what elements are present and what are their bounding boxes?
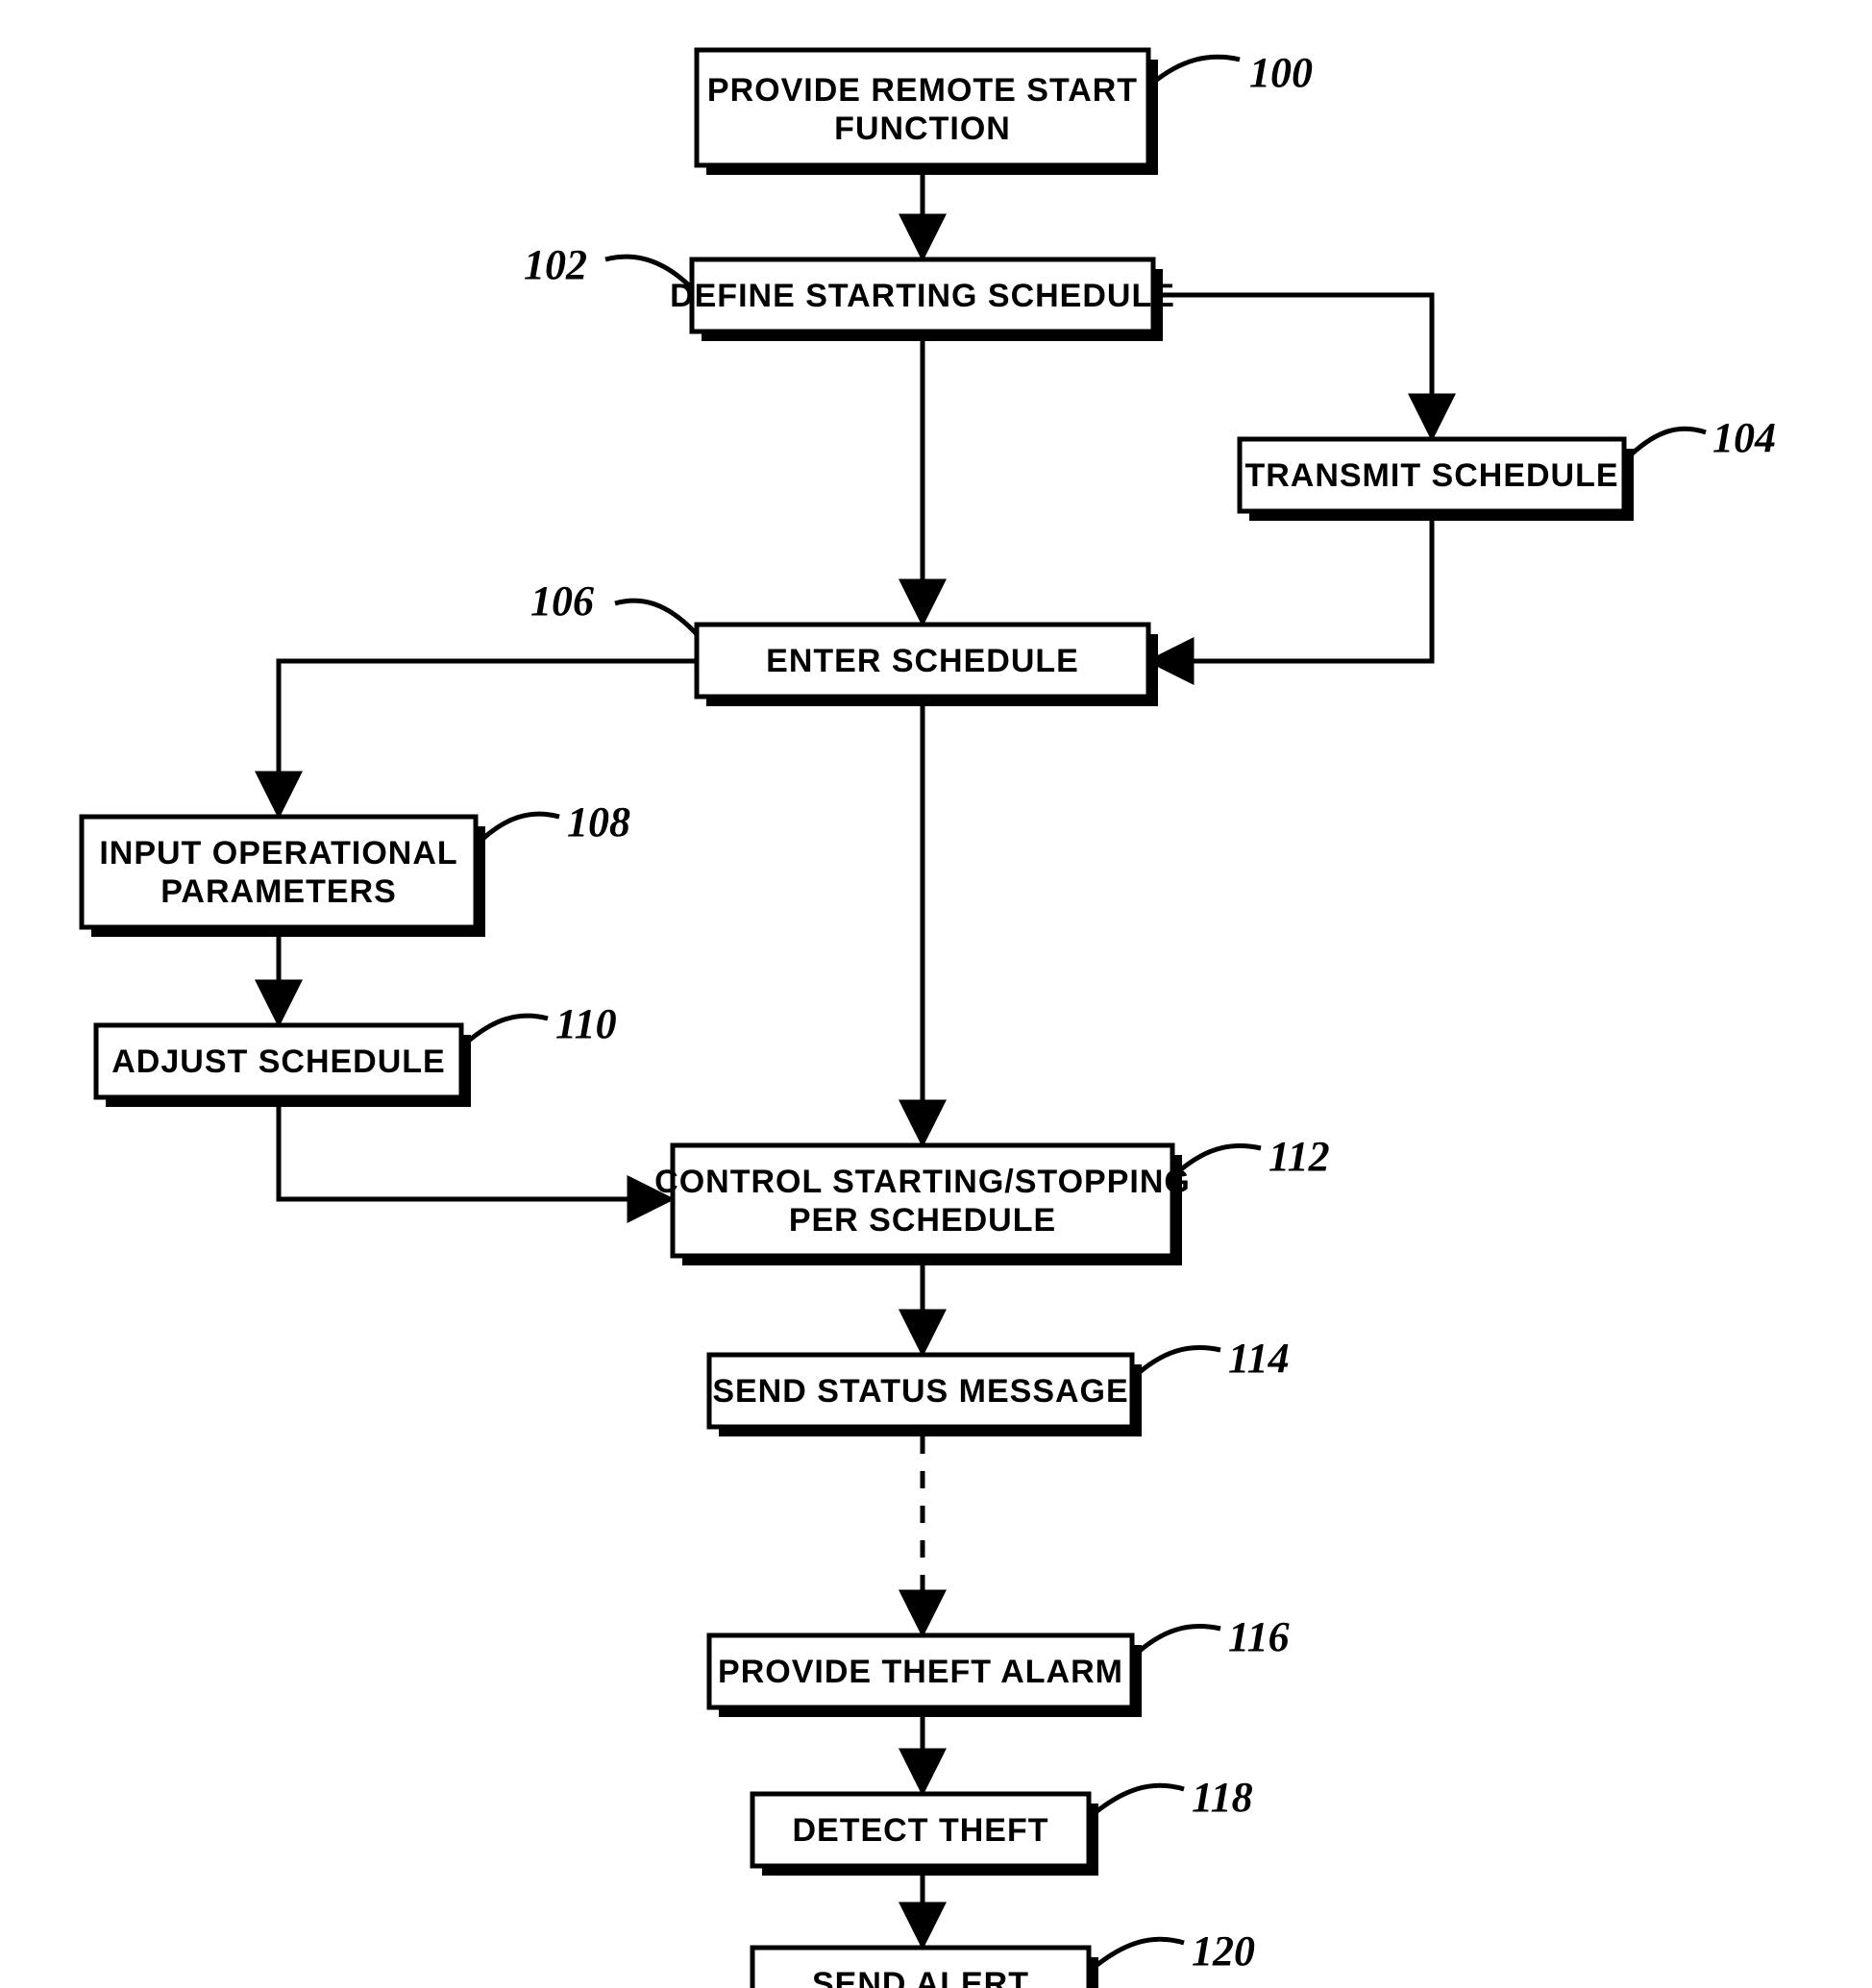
box-104-line1: TRANSMIT SCHEDULE <box>1244 457 1618 494</box>
box-118-line1: DETECT THEFT <box>793 1812 1049 1849</box>
leader-108 <box>476 814 559 846</box>
ref-108: 108 <box>567 798 630 846</box>
box-108-line1: INPUT OPERATIONAL <box>99 835 457 871</box>
ref-116: 116 <box>1228 1613 1290 1660</box>
arrow-102-104 <box>1153 295 1432 434</box>
box-provide-theft-alarm: PROVIDE THEFT ALARM <box>709 1635 1142 1717</box>
box-116-line1: PROVIDE THEFT ALARM <box>718 1654 1123 1690</box>
leader-114 <box>1132 1348 1220 1379</box>
box-adjust-schedule: ADJUST SCHEDULE <box>96 1025 471 1107</box>
arrow-106-108 <box>279 661 697 812</box>
ref-104: 104 <box>1712 414 1776 461</box>
ref-114: 114 <box>1228 1335 1290 1382</box>
leader-106 <box>615 601 697 634</box>
box-input-operational-parameters: INPUT OPERATIONAL PARAMETERS <box>82 817 485 937</box>
leader-118 <box>1089 1785 1184 1818</box>
box-transmit-schedule: TRANSMIT SCHEDULE <box>1240 439 1634 521</box>
leader-110 <box>461 1016 548 1047</box>
ref-102: 102 <box>524 241 587 288</box>
ref-112: 112 <box>1269 1133 1330 1180</box>
box-110-line1: ADJUST SCHEDULE <box>111 1043 445 1080</box>
box-108-line2: PARAMETERS <box>160 873 397 910</box>
box-detect-theft: DETECT THEFT <box>752 1794 1098 1876</box>
box-120-line1: SEND ALERT <box>812 1966 1029 1988</box>
box-114-line1: SEND STATUS MESSAGE <box>712 1373 1128 1410</box>
box-100-line2: FUNCTION <box>834 110 1011 147</box>
leader-104 <box>1624 429 1706 461</box>
box-100-line1: PROVIDE REMOTE START <box>707 72 1138 109</box>
leader-100 <box>1148 57 1240 86</box>
box-provide-remote-start: PROVIDE REMOTE START FUNCTION <box>697 50 1158 175</box>
ref-106: 106 <box>530 577 594 625</box>
box-112-line2: PER SCHEDULE <box>789 1202 1056 1239</box>
leader-120 <box>1089 1939 1184 1972</box>
ref-110: 110 <box>555 1000 617 1047</box>
flowchart-svg: PROVIDE REMOTE START FUNCTION 100 DEFINE… <box>0 0 1872 1988</box>
arrow-104-106 <box>1153 521 1432 661</box>
ref-118: 118 <box>1192 1774 1253 1821</box>
box-define-starting-schedule: DEFINE STARTING SCHEDULE <box>670 259 1175 341</box>
arrow-110-112 <box>279 1107 668 1199</box>
ref-120: 120 <box>1192 1927 1255 1975</box>
box-send-status-message: SEND STATUS MESSAGE <box>709 1355 1142 1436</box>
box-106-line1: ENTER SCHEDULE <box>766 643 1079 679</box>
ref-100: 100 <box>1249 49 1313 96</box>
box-102-line1: DEFINE STARTING SCHEDULE <box>670 278 1175 314</box>
box-control-starting-stopping: CONTROL STARTING/STOPPING PER SCHEDULE <box>654 1145 1191 1265</box>
box-send-alert: SEND ALERT <box>752 1948 1098 1988</box>
box-enter-schedule: ENTER SCHEDULE <box>697 625 1158 706</box>
leader-116 <box>1132 1627 1220 1657</box>
box-112-line1: CONTROL STARTING/STOPPING <box>654 1164 1191 1200</box>
